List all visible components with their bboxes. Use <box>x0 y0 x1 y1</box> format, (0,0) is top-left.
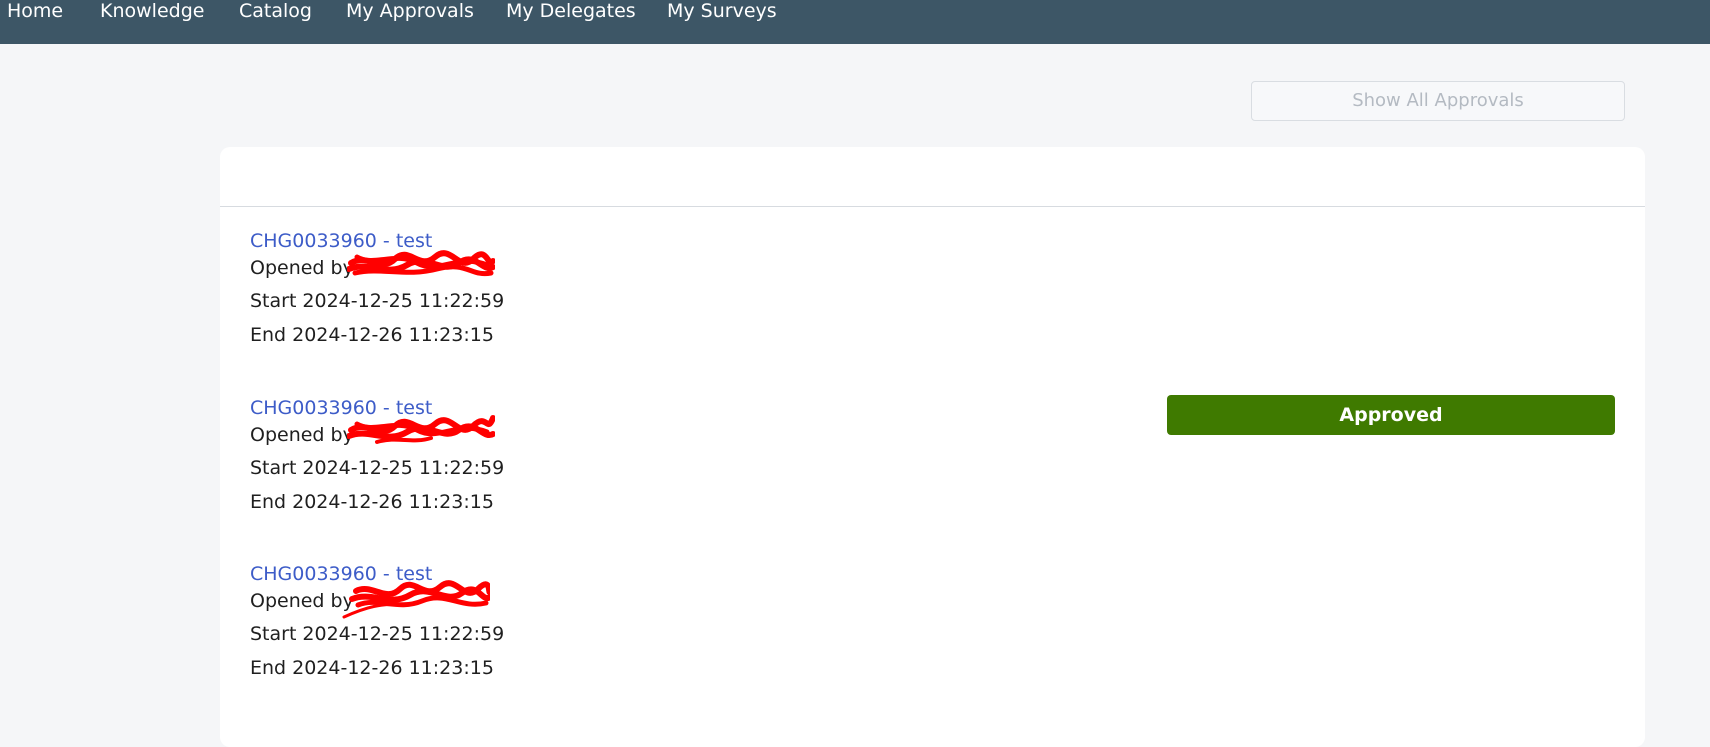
opened-by-label: Opened by <box>250 257 354 279</box>
redaction-scribble <box>347 415 495 444</box>
start-label: Start <box>250 457 297 479</box>
end-value: 2024-12-26 11:23:15 <box>292 324 494 346</box>
redaction-scribble <box>342 580 490 619</box>
nav-knowledge[interactable]: Knowledge <box>100 0 204 24</box>
start-value: 2024-12-25 11:22:59 <box>302 623 505 645</box>
opened-by-label: Opened by <box>250 424 354 446</box>
nav-home[interactable]: Home <box>7 0 63 24</box>
opened-by-line: Opened by <box>250 422 360 448</box>
approval-item: CHG0033960 - test Opened by Start 2024-12… <box>250 228 1610 378</box>
opened-by-line: Opened by <box>250 255 360 281</box>
card-header-divider <box>220 206 1645 207</box>
end-label: End <box>250 324 287 346</box>
start-value: 2024-12-25 11:22:59 <box>302 290 505 312</box>
end-line: End 2024-12-26 11:23:15 <box>250 489 494 515</box>
top-navigation-bar: Home Knowledge Catalog My Approvals My D… <box>0 0 1710 44</box>
start-line: Start 2024-12-25 11:22:59 <box>250 621 504 647</box>
start-line: Start 2024-12-25 11:22:59 <box>250 288 504 314</box>
show-all-approvals-button[interactable]: Show All Approvals <box>1251 81 1625 121</box>
approved-status-badge: Approved <box>1167 395 1615 435</box>
nav-my-surveys[interactable]: My Surveys <box>667 0 777 24</box>
nav-my-delegates[interactable]: My Delegates <box>506 0 636 24</box>
start-label: Start <box>250 623 297 645</box>
end-value: 2024-12-26 11:23:15 <box>292 657 494 679</box>
start-value: 2024-12-25 11:22:59 <box>302 457 505 479</box>
opened-by-label: Opened by <box>250 590 354 612</box>
approval-item: CHG0033960 - test Opened by Start 2024-12… <box>250 561 1610 711</box>
end-label: End <box>250 491 287 513</box>
end-label: End <box>250 657 287 679</box>
end-value: 2024-12-26 11:23:15 <box>292 491 494 513</box>
redaction-scribble <box>347 250 495 277</box>
end-line: End 2024-12-26 11:23:15 <box>250 322 494 348</box>
approvals-card: CHG0033960 - test Opened by Start 2024-12… <box>220 147 1645 747</box>
end-line: End 2024-12-26 11:23:15 <box>250 655 494 681</box>
nav-catalog[interactable]: Catalog <box>239 0 312 24</box>
nav-my-approvals[interactable]: My Approvals <box>346 0 474 24</box>
start-label: Start <box>250 290 297 312</box>
start-line: Start 2024-12-25 11:22:59 <box>250 455 504 481</box>
